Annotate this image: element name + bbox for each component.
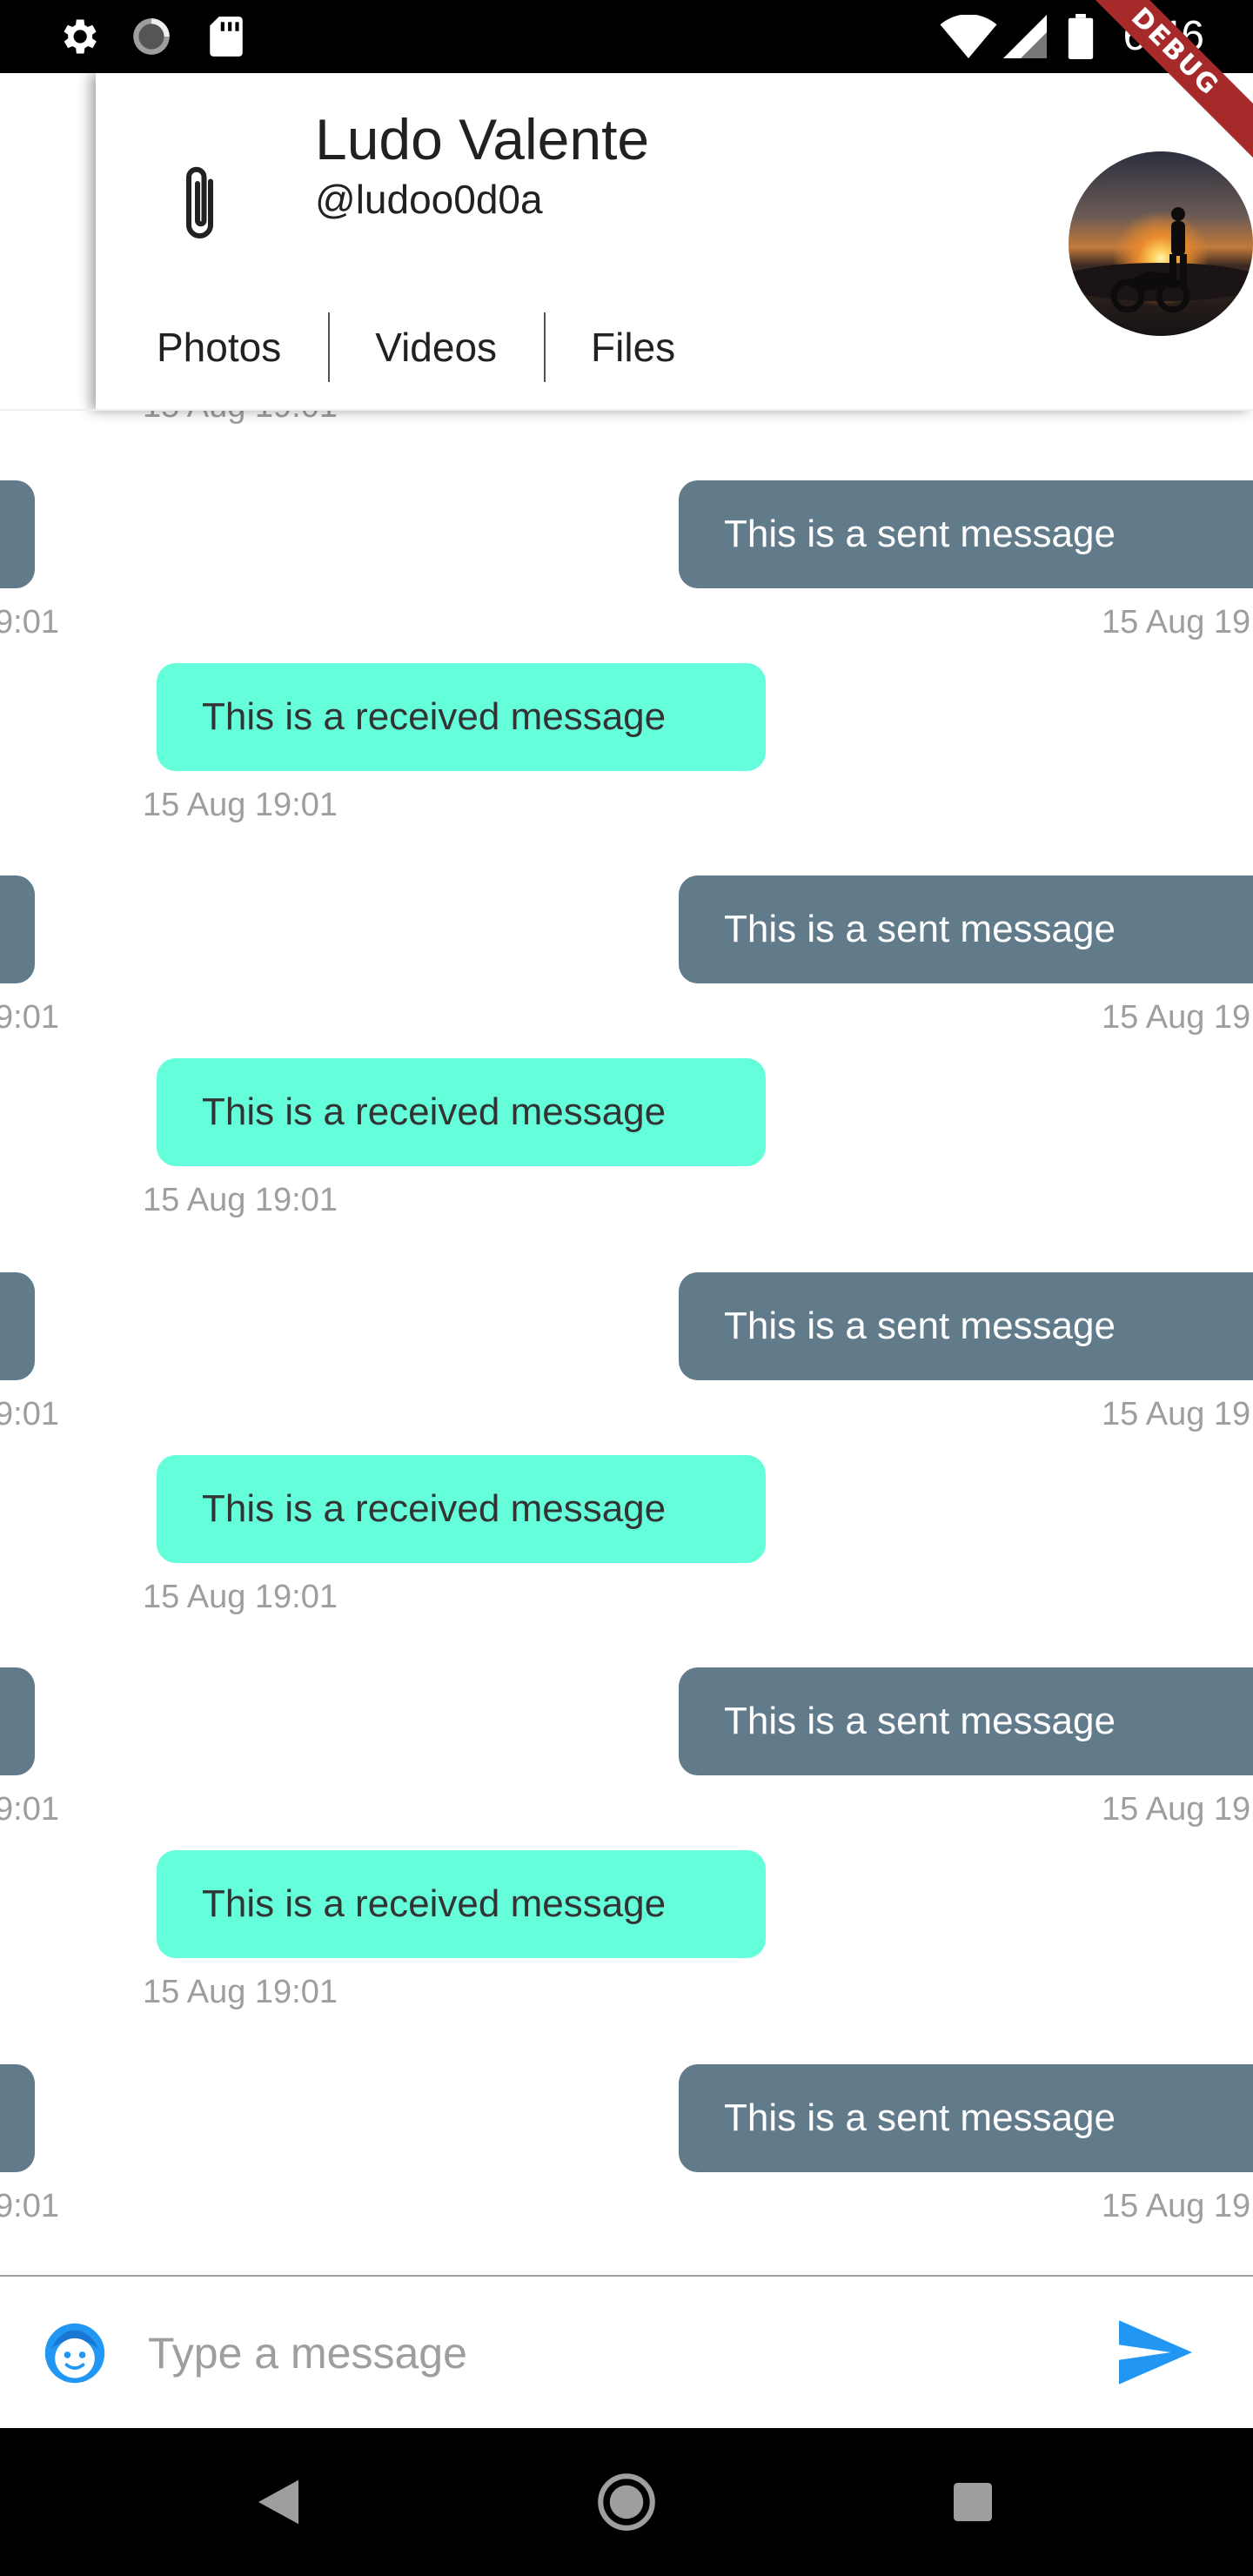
sent-message-bubble[interactable]: This is a sent message bbox=[679, 480, 1253, 588]
tab-files[interactable]: Files bbox=[546, 312, 722, 382]
sent-message-bubble-partial[interactable] bbox=[0, 2064, 35, 2172]
contact-name: Ludo Valente bbox=[315, 107, 650, 171]
message-timestamp: 15 Aug 19:01 bbox=[143, 787, 338, 823]
message-timestamp: 9:01 bbox=[0, 1396, 59, 1432]
message-input[interactable] bbox=[148, 2311, 1062, 2395]
sync-icon bbox=[127, 0, 176, 73]
received-message-bubble[interactable]: This is a received message bbox=[157, 1455, 766, 1563]
message-timestamp: 15 Aug 19 bbox=[1102, 999, 1251, 1036]
received-message-bubble[interactable]: This is a received message bbox=[157, 663, 766, 771]
settings-icon bbox=[54, 0, 103, 73]
message-timestamp: 15 Aug 19 bbox=[1102, 1396, 1251, 1432]
sent-message-bubble[interactable]: This is a sent message bbox=[679, 2064, 1253, 2172]
avatar[interactable] bbox=[1069, 151, 1253, 336]
message-timestamp: 15 Aug 19:01 bbox=[143, 1579, 338, 1615]
recents-icon[interactable] bbox=[903, 2428, 1042, 2576]
contact-handle: @ludoo0d0a bbox=[315, 177, 543, 222]
wifi-icon bbox=[938, 0, 999, 73]
sd-card-icon bbox=[202, 0, 251, 73]
composer bbox=[0, 2275, 1253, 2428]
home-icon[interactable] bbox=[557, 2428, 696, 2576]
message-timestamp: 15 Aug 19 bbox=[1102, 604, 1251, 641]
message-timestamp: 15 Aug 19 bbox=[1102, 2188, 1251, 2224]
sent-message-bubble[interactable]: This is a sent message bbox=[679, 1272, 1253, 1380]
header-divider bbox=[0, 409, 1253, 411]
media-tabs: Photos Videos Files bbox=[96, 312, 722, 382]
message-timestamp: 9:01 bbox=[0, 999, 59, 1036]
send-icon[interactable] bbox=[1119, 2320, 1192, 2385]
status-bar: 6:46 bbox=[0, 0, 1253, 73]
tab-videos[interactable]: Videos bbox=[330, 312, 544, 382]
message-timestamp: 9:01 bbox=[0, 604, 59, 641]
sent-message-bubble[interactable]: This is a sent message bbox=[679, 1667, 1253, 1775]
battery-icon bbox=[1063, 0, 1098, 73]
sent-message-bubble-partial[interactable] bbox=[0, 875, 35, 983]
message-timestamp: 15 Aug 19:01 bbox=[143, 1974, 338, 2010]
received-message-bubble[interactable]: This is a received message bbox=[157, 1058, 766, 1166]
message-timestamp: 15 Aug 19 bbox=[1102, 1791, 1251, 1828]
system-nav-bar bbox=[0, 2428, 1253, 2576]
tab-photos[interactable]: Photos bbox=[96, 312, 328, 382]
contact-header: Ludo Valente @ludoo0d0a Photos Videos Fi… bbox=[96, 73, 1253, 411]
message-timestamp: 9:01 bbox=[0, 2188, 59, 2224]
message-timestamp: 9:01 bbox=[0, 1791, 59, 1828]
sent-message-bubble-partial[interactable] bbox=[0, 1272, 35, 1380]
sent-message-bubble-partial[interactable] bbox=[0, 1667, 35, 1775]
sent-message-bubble[interactable]: This is a sent message bbox=[679, 875, 1253, 983]
emoji-face-icon[interactable] bbox=[42, 2320, 108, 2386]
back-icon[interactable] bbox=[209, 2428, 348, 2576]
message-timestamp: 15 Aug 19:01 bbox=[143, 1182, 338, 1218]
received-message-bubble[interactable]: This is a received message bbox=[157, 1850, 766, 1958]
signal-icon bbox=[1001, 0, 1049, 73]
paperclip-icon[interactable] bbox=[176, 162, 228, 249]
motorbike-silhouette-icon bbox=[1069, 207, 1253, 313]
sent-message-bubble-partial[interactable] bbox=[0, 480, 35, 588]
